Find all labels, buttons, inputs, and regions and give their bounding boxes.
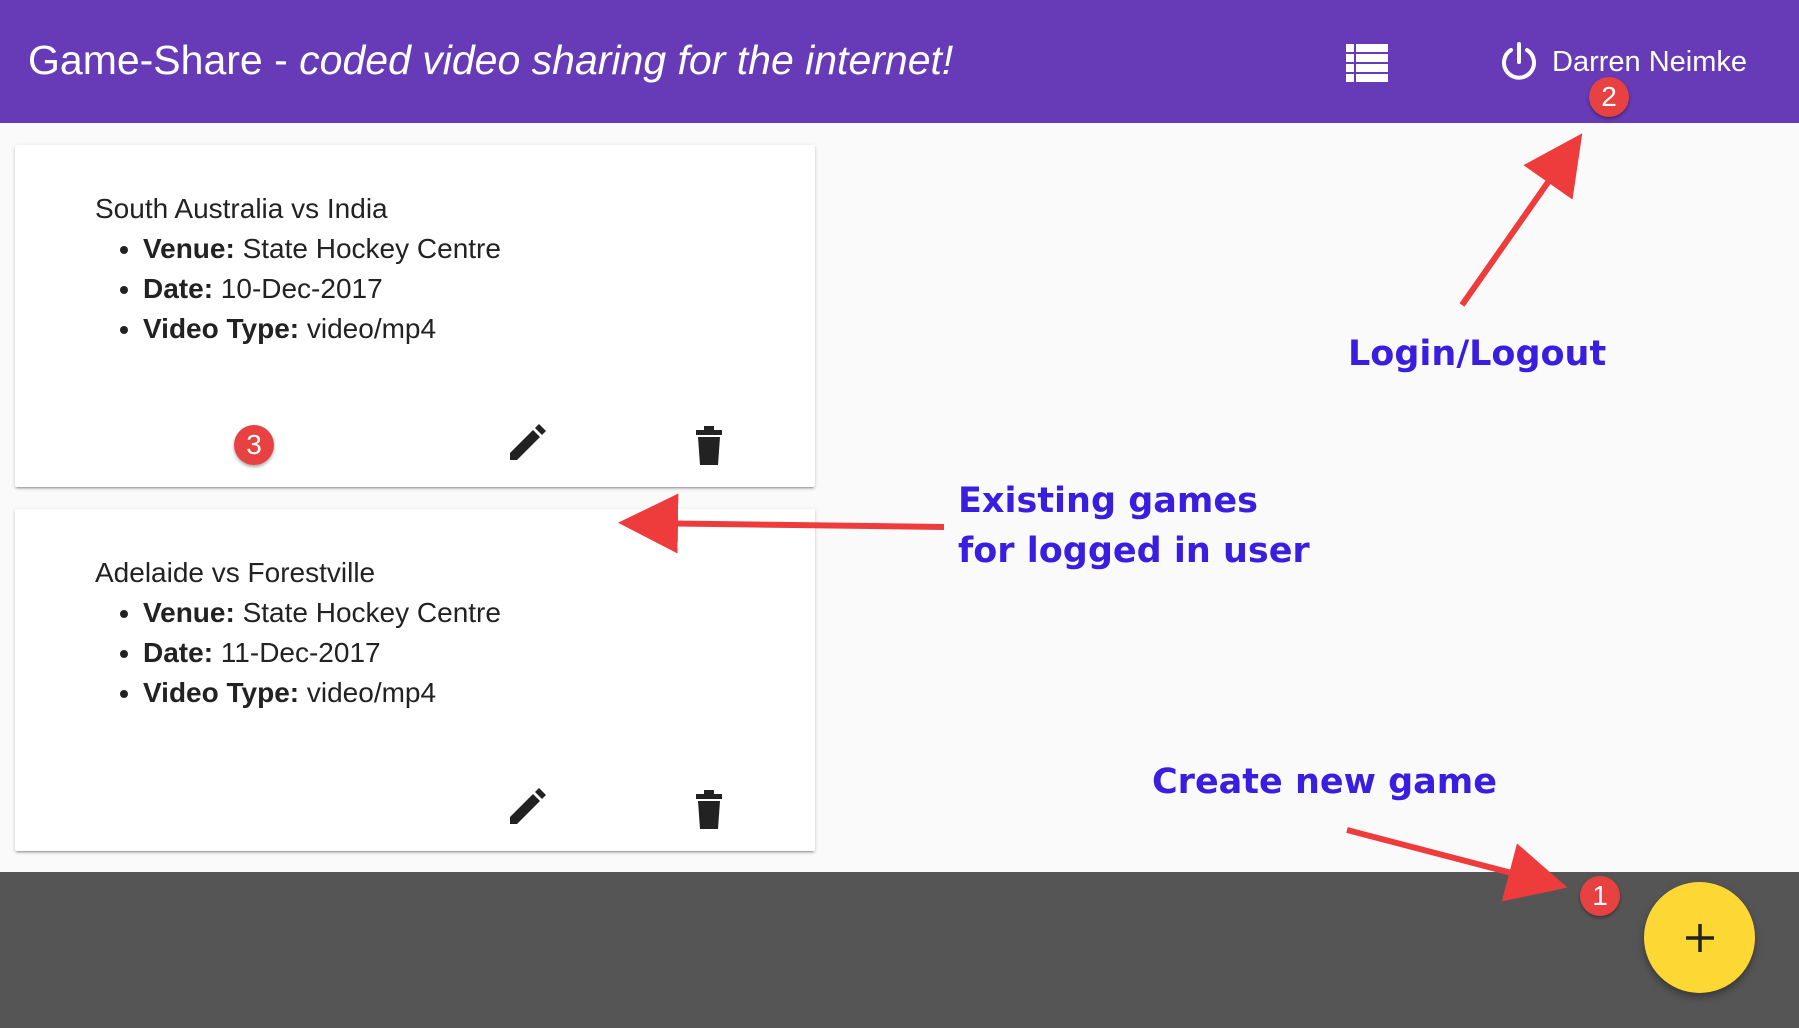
video-type-item: Video Type: video/mp4	[143, 309, 501, 349]
venue-value: State Hockey Centre	[242, 233, 501, 264]
video-type-value: video/mp4	[306, 313, 437, 344]
edit-game-button[interactable]	[495, 779, 555, 839]
login-logout-callout: Login/Logout	[1348, 334, 1607, 374]
login-logout-button[interactable]: Darren Neimke	[1498, 38, 1747, 86]
venue-value: State Hockey Centre	[242, 597, 501, 628]
video-type-item: Video Type: video/mp4	[143, 673, 501, 713]
existing-games-callout-line2: for logged in user	[958, 531, 1310, 571]
date-item: Date: 10-Dec-2017	[143, 269, 501, 309]
date-item: Date: 11-Dec-2017	[143, 633, 501, 673]
game-details: Venue: State Hockey Centre Date: 11-Dec-…	[95, 593, 501, 713]
game-card: Adelaide vs Forestville Venue: State Hoc…	[15, 509, 815, 851]
app-tagline: coded video sharing for the internet!	[299, 37, 954, 83]
delete-game-button[interactable]	[679, 415, 739, 475]
create-game-button[interactable]	[1644, 882, 1755, 993]
annotation-badge-3: 3	[234, 425, 274, 465]
list-view-button[interactable]	[1342, 40, 1392, 84]
annotation-badge-1: 1	[1580, 876, 1620, 916]
venue-item: Venue: State Hockey Centre	[143, 229, 501, 269]
footer-bar	[0, 872, 1799, 1028]
video-type-value: video/mp4	[306, 677, 437, 708]
annotation-badge-2: 2	[1589, 77, 1629, 117]
add-icon	[1685, 923, 1714, 952]
delete-icon	[696, 790, 722, 829]
venue-label: Venue:	[143, 233, 235, 264]
delete-game-button[interactable]	[679, 779, 739, 839]
user-name: Darren Neimke	[1552, 45, 1747, 78]
edit-game-button[interactable]	[495, 415, 555, 475]
date-label: Date:	[143, 637, 214, 668]
app-toolbar: Game-Share - coded video sharing for the…	[0, 0, 1799, 123]
list-icon	[1346, 44, 1388, 82]
edit-icon	[510, 424, 546, 460]
delete-icon	[696, 426, 722, 465]
app-title-prefix: Game-Share -	[28, 37, 300, 83]
create-game-callout: Create new game	[1152, 762, 1498, 802]
date-value: 11-Dec-2017	[220, 637, 381, 668]
game-title: South Australia vs India	[95, 193, 388, 224]
video-type-label: Video Type:	[143, 677, 300, 708]
game-card: South Australia vs India Venue: State Ho…	[15, 145, 815, 487]
venue-item: Venue: State Hockey Centre	[143, 593, 501, 633]
video-type-label: Video Type:	[143, 313, 300, 344]
venue-label: Venue:	[143, 597, 235, 628]
existing-games-callout-line1: Existing games	[958, 481, 1258, 521]
game-details: Venue: State Hockey Centre Date: 10-Dec-…	[95, 229, 501, 349]
game-title: Adelaide vs Forestville	[95, 557, 376, 588]
app-title: Game-Share - coded video sharing for the…	[28, 36, 953, 84]
arrow-to-login	[1459, 133, 1583, 307]
date-label: Date:	[143, 273, 214, 304]
edit-icon	[510, 788, 546, 824]
date-value: 10-Dec-2017	[220, 273, 383, 304]
power-icon	[1502, 42, 1536, 80]
